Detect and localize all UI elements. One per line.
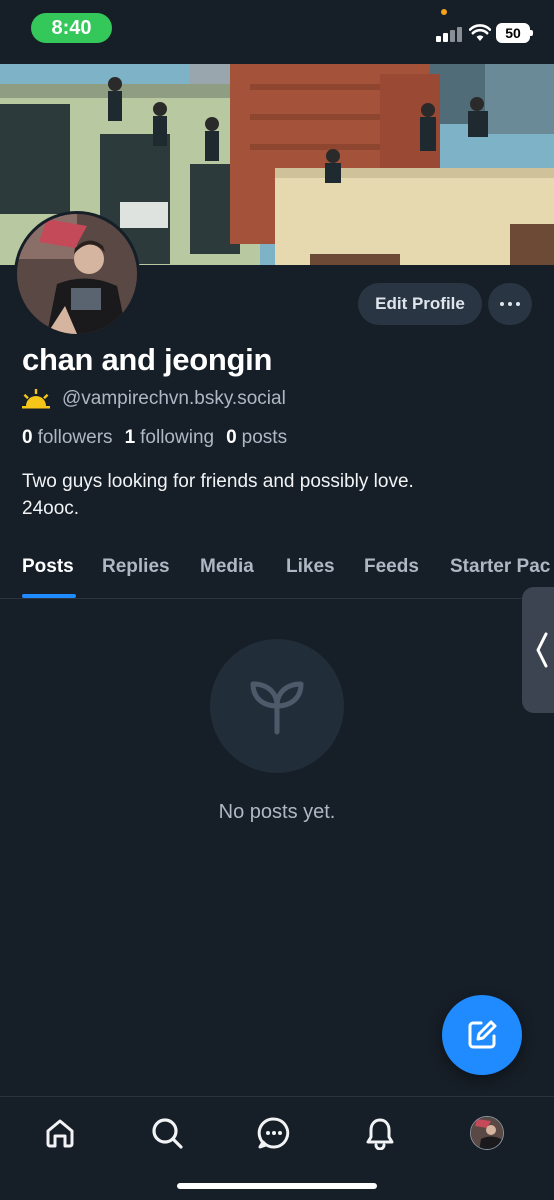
tab-feeds[interactable]: Feeds — [364, 556, 419, 578]
avatar-thumbnail — [471, 1117, 503, 1149]
tab-replies[interactable]: Replies — [102, 556, 170, 578]
bio-line: Two guys looking for friends and possibl… — [22, 471, 414, 492]
posts-stat: 0 posts — [226, 427, 287, 449]
tab-posts[interactable]: Posts — [22, 556, 74, 578]
followers-label: followers — [37, 427, 113, 448]
compose-icon — [468, 1020, 497, 1049]
sunrise-emoji-icon — [22, 389, 50, 409]
nav-notifications[interactable] — [362, 1115, 398, 1151]
ellipsis-icon — [500, 302, 504, 306]
home-indicator[interactable] — [177, 1183, 377, 1189]
profile-tabs: Posts Replies Media Likes Feeds Starter … — [0, 548, 554, 599]
profile-avatar[interactable] — [14, 211, 140, 337]
tab-likes[interactable]: Likes — [286, 556, 335, 578]
followers-count: 0 — [22, 427, 33, 448]
followers-stat[interactable]: 0 followers — [22, 427, 113, 449]
nav-home[interactable] — [42, 1115, 78, 1151]
side-drawer-handle[interactable] — [522, 587, 554, 713]
posts-label: posts — [241, 427, 288, 448]
display-name: chan and jeongin — [22, 342, 273, 377]
chat-icon — [257, 1117, 290, 1149]
sprout-icon — [250, 681, 304, 735]
privacy-indicator-dot — [441, 9, 447, 15]
compose-post-button[interactable] — [442, 995, 522, 1075]
bio-line: 24ooc. — [22, 498, 80, 519]
profile-stats: 0 followers 1 following 0 posts — [22, 427, 287, 449]
following-stat[interactable]: 1 following — [125, 427, 215, 449]
bell-icon — [366, 1118, 394, 1150]
handle-row: @vampirechvn.bsky.social — [22, 386, 286, 412]
profile-avatar-small — [470, 1116, 504, 1150]
status-bar: 8:40 50 — [0, 0, 554, 64]
posts-count: 0 — [226, 427, 237, 448]
nav-search[interactable] — [149, 1115, 185, 1151]
battery-icon: 50 — [496, 23, 533, 43]
chevron-left-icon — [536, 632, 548, 668]
signal-icon — [436, 26, 464, 42]
empty-state-text: No posts yet. — [218, 801, 336, 823]
wifi-icon — [469, 24, 491, 41]
status-time: 8:40 — [31, 13, 112, 43]
battery-level: 50 — [505, 25, 521, 41]
tab-starter-packs[interactable]: Starter Pac — [450, 556, 550, 578]
following-count: 1 — [124, 427, 136, 448]
profile-bio: Two guys looking for friends and possibl… — [22, 468, 522, 522]
edit-profile-button[interactable]: Edit Profile — [358, 283, 482, 325]
nav-profile[interactable] — [469, 1115, 505, 1151]
tab-media[interactable]: Media — [200, 556, 254, 578]
profile-handle[interactable]: @vampirechvn.bsky.social — [62, 388, 286, 410]
nav-chat[interactable] — [256, 1115, 292, 1151]
active-tab-indicator — [22, 594, 76, 598]
empty-state-badge — [210, 639, 344, 773]
following-label: following — [140, 427, 215, 448]
avatar-image — [17, 214, 137, 334]
more-options-button[interactable] — [488, 283, 532, 325]
search-icon — [152, 1118, 183, 1149]
home-icon — [46, 1119, 74, 1148]
